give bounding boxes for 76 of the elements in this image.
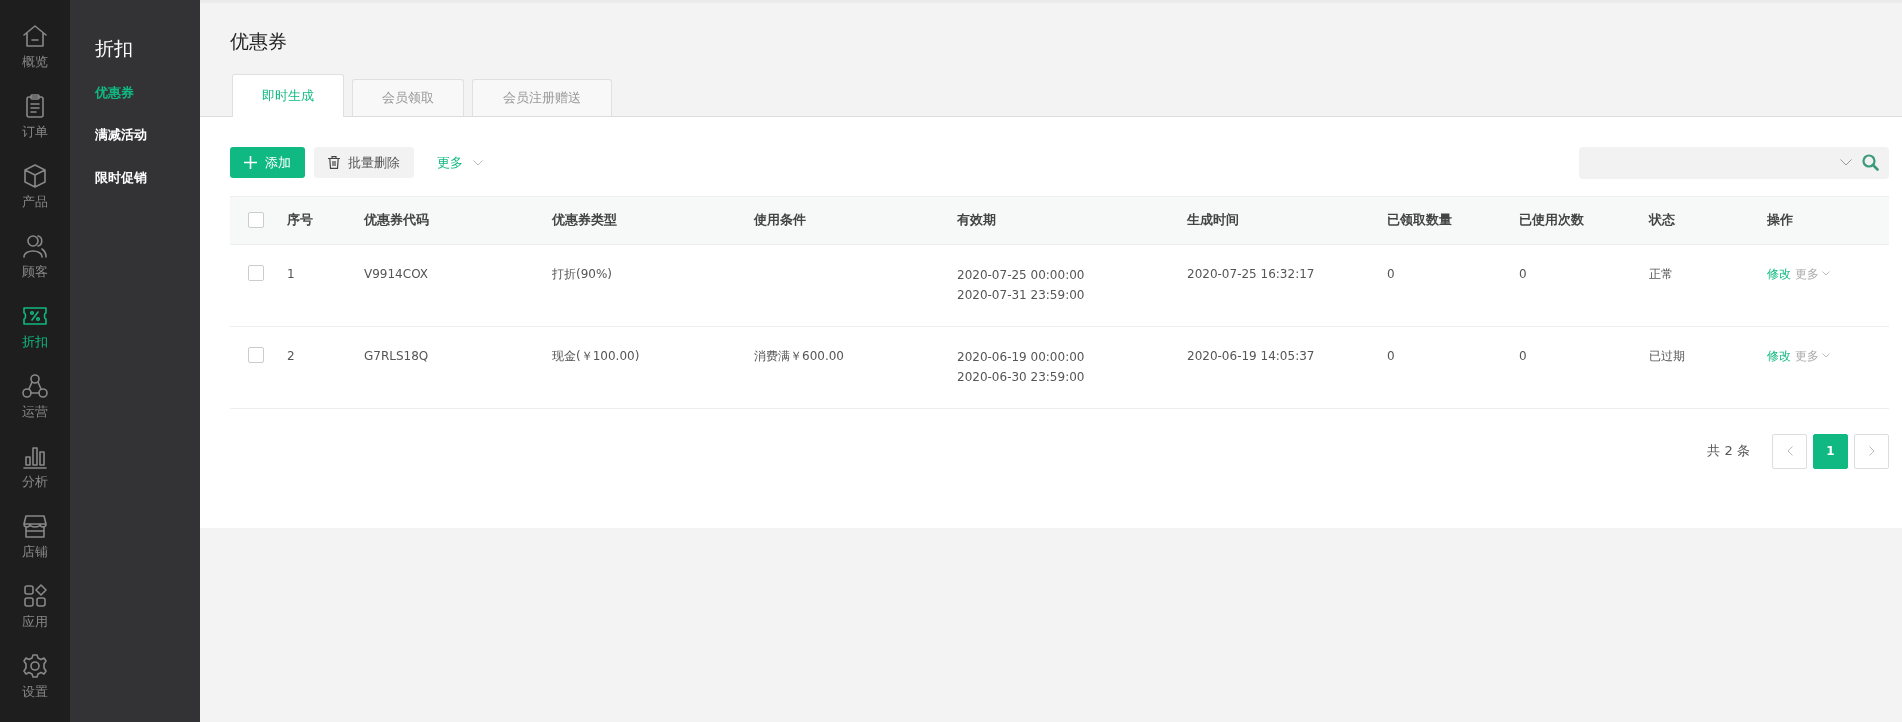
table-cell: 0 xyxy=(1387,266,1395,281)
nav-item[interactable]: 顾客 xyxy=(0,232,70,302)
column-header: 已使用次数 xyxy=(1519,211,1585,230)
column-header: 有效期 xyxy=(957,211,997,230)
column-header: 已领取数量 xyxy=(1387,211,1453,230)
table-cell: 现金(￥100.00) xyxy=(552,348,640,363)
chevron-right-icon xyxy=(1868,446,1875,456)
caret-icon xyxy=(1822,353,1830,358)
search-field[interactable] xyxy=(1579,146,1889,179)
nav-item[interactable]: 设置 xyxy=(0,652,70,722)
table-cell-text: 2020-06-19 00:00:00 xyxy=(957,348,1086,366)
column-header: 序号 xyxy=(287,211,314,230)
page-title: 优惠券 xyxy=(229,29,287,54)
total-count: 共 2 条 xyxy=(1707,442,1750,461)
table-cell: 打折(90%) xyxy=(552,266,613,281)
table-cell: 2020-07-25 16:32:17 xyxy=(1187,266,1315,281)
table-cell: 2020-06-19 14:05:37 xyxy=(1187,348,1315,363)
nav-item[interactable]: 店铺 xyxy=(0,512,70,582)
chevron-left-icon xyxy=(1786,446,1793,456)
nav-item[interactable]: 运营 xyxy=(0,372,70,442)
page-button[interactable]: 1 xyxy=(1813,433,1848,469)
table-cell: 0 xyxy=(1519,348,1527,363)
bulk-delete-button[interactable]: 批量删除 xyxy=(314,147,414,178)
column-header: 使用条件 xyxy=(754,211,807,230)
caret-icon xyxy=(1822,271,1830,276)
apps-grid-icon xyxy=(21,582,49,610)
column-header: 优惠券代码 xyxy=(364,211,430,230)
table-cell: 1 xyxy=(287,266,295,281)
nav-item[interactable]: 产品 xyxy=(0,162,70,232)
sidebar-title: 折扣 xyxy=(95,36,133,61)
plus-icon xyxy=(244,156,257,169)
nav-item[interactable]: 概览 xyxy=(0,22,70,92)
sidebar-item[interactable]: 满减活动 xyxy=(95,125,147,145)
edit-link[interactable]: 修改 xyxy=(1767,348,1791,363)
caret-icon xyxy=(473,159,483,166)
table-cell: 2 xyxy=(287,348,295,363)
tab[interactable]: 即时生成 xyxy=(232,73,344,117)
nav-item[interactable]: 订单 xyxy=(0,92,70,162)
sidebar-item[interactable]: 优惠券 xyxy=(95,82,134,102)
nav-item[interactable]: 分析 xyxy=(0,442,70,512)
search-icon[interactable] xyxy=(1862,154,1879,171)
next-page-button[interactable] xyxy=(1854,433,1889,469)
tab[interactable]: 会员注册赠送 xyxy=(472,78,612,116)
table-cell: 0 xyxy=(1519,266,1527,281)
trash-icon xyxy=(328,156,340,169)
column-header: 生成时间 xyxy=(1187,211,1240,230)
cube-icon xyxy=(21,162,49,190)
column-header: 优惠券类型 xyxy=(552,211,618,230)
table-cell: 0 xyxy=(1387,348,1395,363)
nav-item[interactable]: 折扣 xyxy=(0,302,70,372)
table-cell-text: 2020-07-31 23:59:00 xyxy=(957,286,1086,304)
more-dropdown[interactable]: 更多 xyxy=(423,152,497,173)
checkbox[interactable] xyxy=(248,212,264,228)
store-icon xyxy=(21,512,49,540)
checkbox[interactable] xyxy=(248,346,264,363)
table-cell: V9914COX xyxy=(364,266,429,281)
table-cell: 正常 xyxy=(1649,266,1673,281)
settings-icon xyxy=(21,652,49,680)
sidebar-item[interactable]: 限时促销 xyxy=(95,167,147,187)
checkbox[interactable] xyxy=(248,264,264,281)
users-icon xyxy=(21,232,49,260)
tab[interactable]: 会员领取 xyxy=(352,78,464,116)
nav-item[interactable]: 应用 xyxy=(0,582,70,652)
table-cell: 消费满￥600.00 xyxy=(754,348,844,363)
table-cell-text: 2020-07-25 00:00:00 xyxy=(957,266,1086,284)
table-cell-text: 2020-06-30 23:59:00 xyxy=(957,368,1086,386)
column-header: 操作 xyxy=(1767,211,1794,230)
home-icon xyxy=(21,22,49,50)
column-header: 状态 xyxy=(1649,211,1676,230)
edit-link[interactable]: 修改 xyxy=(1767,266,1791,281)
add-button[interactable]: 添加 xyxy=(230,147,305,178)
table-cell: 已过期 xyxy=(1649,348,1685,363)
table-cell: G7RLS18Q xyxy=(364,348,429,363)
previous-page-button[interactable] xyxy=(1772,433,1807,469)
caret-icon xyxy=(1840,159,1852,166)
network-icon xyxy=(21,372,49,400)
